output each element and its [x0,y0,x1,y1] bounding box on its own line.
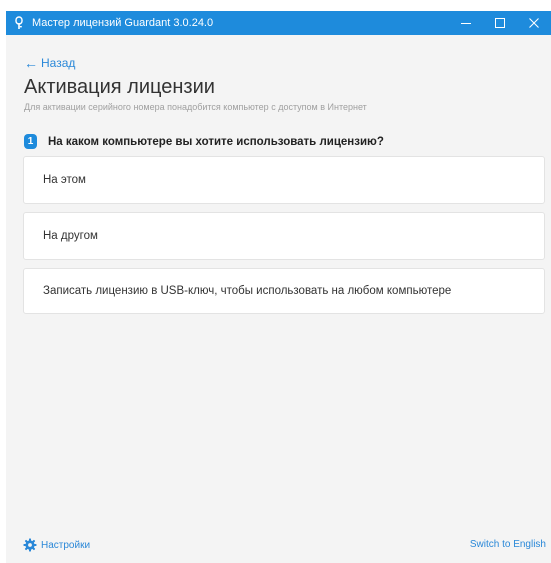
close-button[interactable] [517,11,551,35]
option-label: На этом [43,174,86,186]
minimize-icon [461,23,471,24]
arrow-left-icon: ← [24,55,38,71]
step-badge: 1 [24,134,37,149]
question-row: 1 На каком компьютере вы хотите использо… [24,134,384,149]
page-title: Активация лицензии [24,76,215,98]
gear-icon [23,538,37,552]
license-wizard-window: Мастер лицензий Guardant 3.0.24.0 ← Наза… [0,0,551,563]
option-label: Записать лицензию в USB-ключ, чтобы испо… [43,285,452,297]
option-other-computer[interactable]: На другом [23,212,545,260]
minimize-button[interactable] [449,11,483,35]
title-bar[interactable]: Мастер лицензий Guardant 3.0.24.0 [6,11,551,35]
settings-label: Настройки [41,539,91,551]
switch-language-link[interactable]: Switch to English [470,539,546,550]
window-controls [449,11,551,35]
window-title: Мастер лицензий Guardant 3.0.24.0 [32,17,214,29]
option-this-computer[interactable]: На этом [23,156,545,204]
option-label: На другом [43,230,98,242]
question-text: На каком компьютере вы хотите использова… [48,135,384,148]
license-key-icon [12,16,26,30]
option-usb-key[interactable]: Записать лицензию в USB-ключ, чтобы испо… [23,268,545,314]
back-link[interactable]: ← Назад [24,56,75,70]
main-content: ← Назад Активация лицензии Для активации… [6,35,551,563]
settings-link[interactable]: Настройки [23,538,90,552]
maximize-button[interactable] [483,11,517,35]
maximize-icon [495,18,505,28]
close-icon [529,18,539,28]
page-subtitle: Для активации серийного номера понадобит… [24,102,367,112]
back-label: Назад [41,56,76,70]
